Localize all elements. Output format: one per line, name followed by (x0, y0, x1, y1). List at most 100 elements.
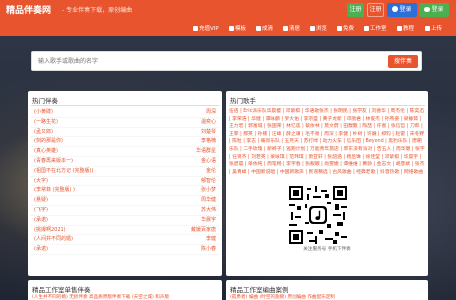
studio-accompaniment-panel: 精品工作室单售伴奏 (人生并不同的婚) 无损伴奏 高品质原版伴奏下载 (天空之城… (28, 280, 222, 300)
list-item[interactable]: (祖国不在北方记 (完整版)) 金伦 (31, 167, 219, 177)
heart-icon (229, 25, 234, 31)
song-name[interactable]: (悬疑) (34, 196, 48, 205)
song-name[interactable]: (飞宇) (34, 206, 48, 215)
qq-login-label: 登录 (399, 6, 412, 13)
studio-accompaniment-title: 精品工作室单售伴奏 (32, 286, 91, 294)
gift-icon (337, 25, 342, 31)
vip-icon (193, 25, 198, 31)
nav-item-finished[interactable]: 成清 (256, 24, 273, 32)
studio-arrangement-panel: 精品工作室编曲案例 (孤勇者) 编曲 (时空的翅膀) 原创编曲 作曲配乐定制 (226, 280, 428, 300)
nav-item-upload[interactable]: 上传 (425, 24, 442, 32)
nav-item-live[interactable]: 清居 (283, 24, 300, 32)
nav-item-browse[interactable]: 浏览 (310, 24, 327, 32)
singer-name[interactable]: 刘楚琴 (201, 128, 216, 137)
nav-label: 浏览 (316, 26, 328, 32)
singer-name[interactable]: 陈小春 (201, 245, 216, 254)
wechat-login-label: 登录 (431, 6, 444, 13)
song-name[interactable]: (承诺) (34, 216, 48, 225)
list-item[interactable]: (真心英雄) 华语群星 (31, 147, 219, 157)
song-name[interactable]: (人间并不同的婚) (34, 235, 73, 244)
nav-label: 工作室 (370, 26, 387, 32)
site-slogan: - 专业伴奏下载，原创编曲 (62, 7, 133, 14)
qr-code (289, 186, 347, 244)
list-item[interactable]: (挑爆啊2021) 戴媛百家唐 (31, 226, 219, 236)
nav-label: 充值VIP (199, 26, 219, 32)
nav-label: 清居 (289, 26, 301, 32)
song-name[interactable]: (青春再来版本一) (34, 157, 73, 166)
studio-arrangement-link[interactable]: (孤勇者) 编曲 (时空的翅膀) 原创编曲 作曲配乐定制 (230, 294, 424, 300)
singer-name[interactable]: 张小梦 (201, 186, 216, 195)
qr-note: 关注服务号 手机下伴奏 (303, 247, 351, 252)
qq-login-button[interactable]: 登录 (387, 3, 417, 17)
list-item[interactable]: (李常菲 (完整版) ) 张小梦 (31, 186, 219, 197)
nav-item-vip[interactable]: 充值VIP (193, 24, 219, 32)
singer-name[interactable]: 苏大伟 (201, 206, 216, 215)
nav-label: 教程 (403, 26, 415, 32)
song-name[interactable]: (孟又郎) (34, 128, 53, 137)
wechat-login-button[interactable]: 登录 (419, 3, 449, 17)
hot-songs-panel: 热门伴奏 (小黄碟) 周深 (一路生花) 温奕心 (孟又郎) 刘楚琴 (刻的那是你) 李… (28, 91, 222, 276)
list-item[interactable]: (人间并不同的婚) 李健 (31, 235, 219, 246)
nav-label: 免费 (343, 26, 355, 32)
music-icon (256, 25, 261, 31)
list-item[interactable]: (小黄碟) 周深 (31, 108, 219, 118)
song-name[interactable]: (刻的那是你) (34, 137, 63, 146)
list-item[interactable]: (孟又郎) 刘楚琴 (31, 128, 219, 138)
song-name[interactable]: (李常菲 (完整版) ) (34, 186, 75, 195)
studio-arrangement-title: 精品工作室编曲案例 (230, 286, 289, 294)
nav-item-studio[interactable]: 工作室 (364, 24, 387, 32)
singer-name[interactable]: 李健 (206, 235, 216, 244)
compass-icon (310, 25, 315, 31)
list-item[interactable]: (刻的那是你) 李格楠 (31, 137, 219, 148)
nav-item-tutorial[interactable]: 教程 (397, 24, 414, 32)
singer-name[interactable]: 金心语 (201, 157, 216, 166)
hot-singers-panel: 热门歌手 伍佰 | Eric派乐队华晨樱 | 邓紫棋 | 华语歌张杰 | 张明民… (226, 91, 428, 276)
list-item[interactable]: (青春再来版本一) 金心语 (31, 157, 219, 167)
nav-item-templates[interactable]: 模板 (229, 24, 246, 32)
main-nav: 充值VIP 模板 成清 清居 浏览 免费 工作室 教程 上传 (0, 20, 456, 36)
singer-name[interactable]: 华晨宇 (201, 216, 216, 225)
song-name[interactable]: (大字) (34, 177, 48, 186)
login-button[interactable]: 注册 (367, 3, 384, 17)
search-input[interactable] (33, 53, 382, 69)
singer-name[interactable]: 李格楠 (201, 137, 216, 146)
nav-label: 上传 (431, 26, 443, 32)
upload-icon (425, 25, 430, 31)
search-button[interactable]: 搜伴奏 (388, 55, 418, 68)
divider (31, 105, 219, 106)
song-name[interactable]: (承诺) (34, 245, 48, 254)
list-item[interactable]: (承诺) 华晨宇 (31, 216, 219, 226)
singer-name[interactable]: 金伦 (206, 167, 216, 176)
singer-name[interactable]: 郁智伦 (201, 177, 216, 186)
list-item[interactable]: (大字) 郁智伦 (31, 177, 219, 187)
singer-name[interactable]: 周深 (206, 108, 216, 117)
list-item[interactable]: (飞宇) 苏大伟 (31, 206, 219, 216)
song-name[interactable]: (祖国不在北方记 (完整版)) (34, 167, 93, 176)
singer-name[interactable]: 温奕心 (201, 118, 216, 127)
list-item[interactable]: (一路生花) 温奕心 (31, 118, 219, 128)
hot-singers-title: 热门歌手 (230, 97, 256, 105)
top-header: 精品伴奏网 - 专业伴奏下载，原创编曲 注册 注册 登录 登录 (0, 0, 456, 20)
song-name[interactable]: (小黄碟) (34, 108, 53, 117)
singer-name[interactable]: 周华健 (201, 196, 216, 205)
song-name[interactable]: (挑爆啊2021) (34, 226, 66, 235)
nav-label: 成清 (262, 26, 274, 32)
studio-accompaniment-link[interactable]: (人生并不同的婚) 无损伴奏 高品质原版伴奏下载 (天空之城) 和声版 (32, 294, 218, 300)
divider (229, 105, 425, 106)
singer-name[interactable]: 戴媛百家唐 (191, 226, 216, 235)
song-name[interactable]: (一路生花) (34, 118, 58, 127)
singer-name[interactable]: 华语群星 (196, 147, 216, 156)
site-logo[interactable]: 精品伴奏网 (6, 3, 51, 16)
song-name[interactable]: (真心英雄) (34, 147, 58, 156)
singer-links[interactable]: 伍佰 | Eric派乐队华晨樱 | 邓紫棋 | 华语歌张杰 | 张明民 | 张学… (229, 108, 425, 176)
qq-icon (392, 5, 399, 12)
wechat-icon (424, 6, 431, 12)
list-item[interactable]: (承诺) 陈小春 (31, 245, 219, 255)
hot-songs-title: 热门伴奏 (32, 97, 58, 105)
mic-icon (283, 25, 288, 31)
studio-icon (364, 25, 369, 31)
register-button[interactable]: 注册 (347, 3, 364, 17)
book-icon (397, 25, 402, 31)
nav-item-free[interactable]: 免费 (337, 24, 354, 32)
list-item[interactable]: (悬疑) 周华健 (31, 196, 219, 206)
